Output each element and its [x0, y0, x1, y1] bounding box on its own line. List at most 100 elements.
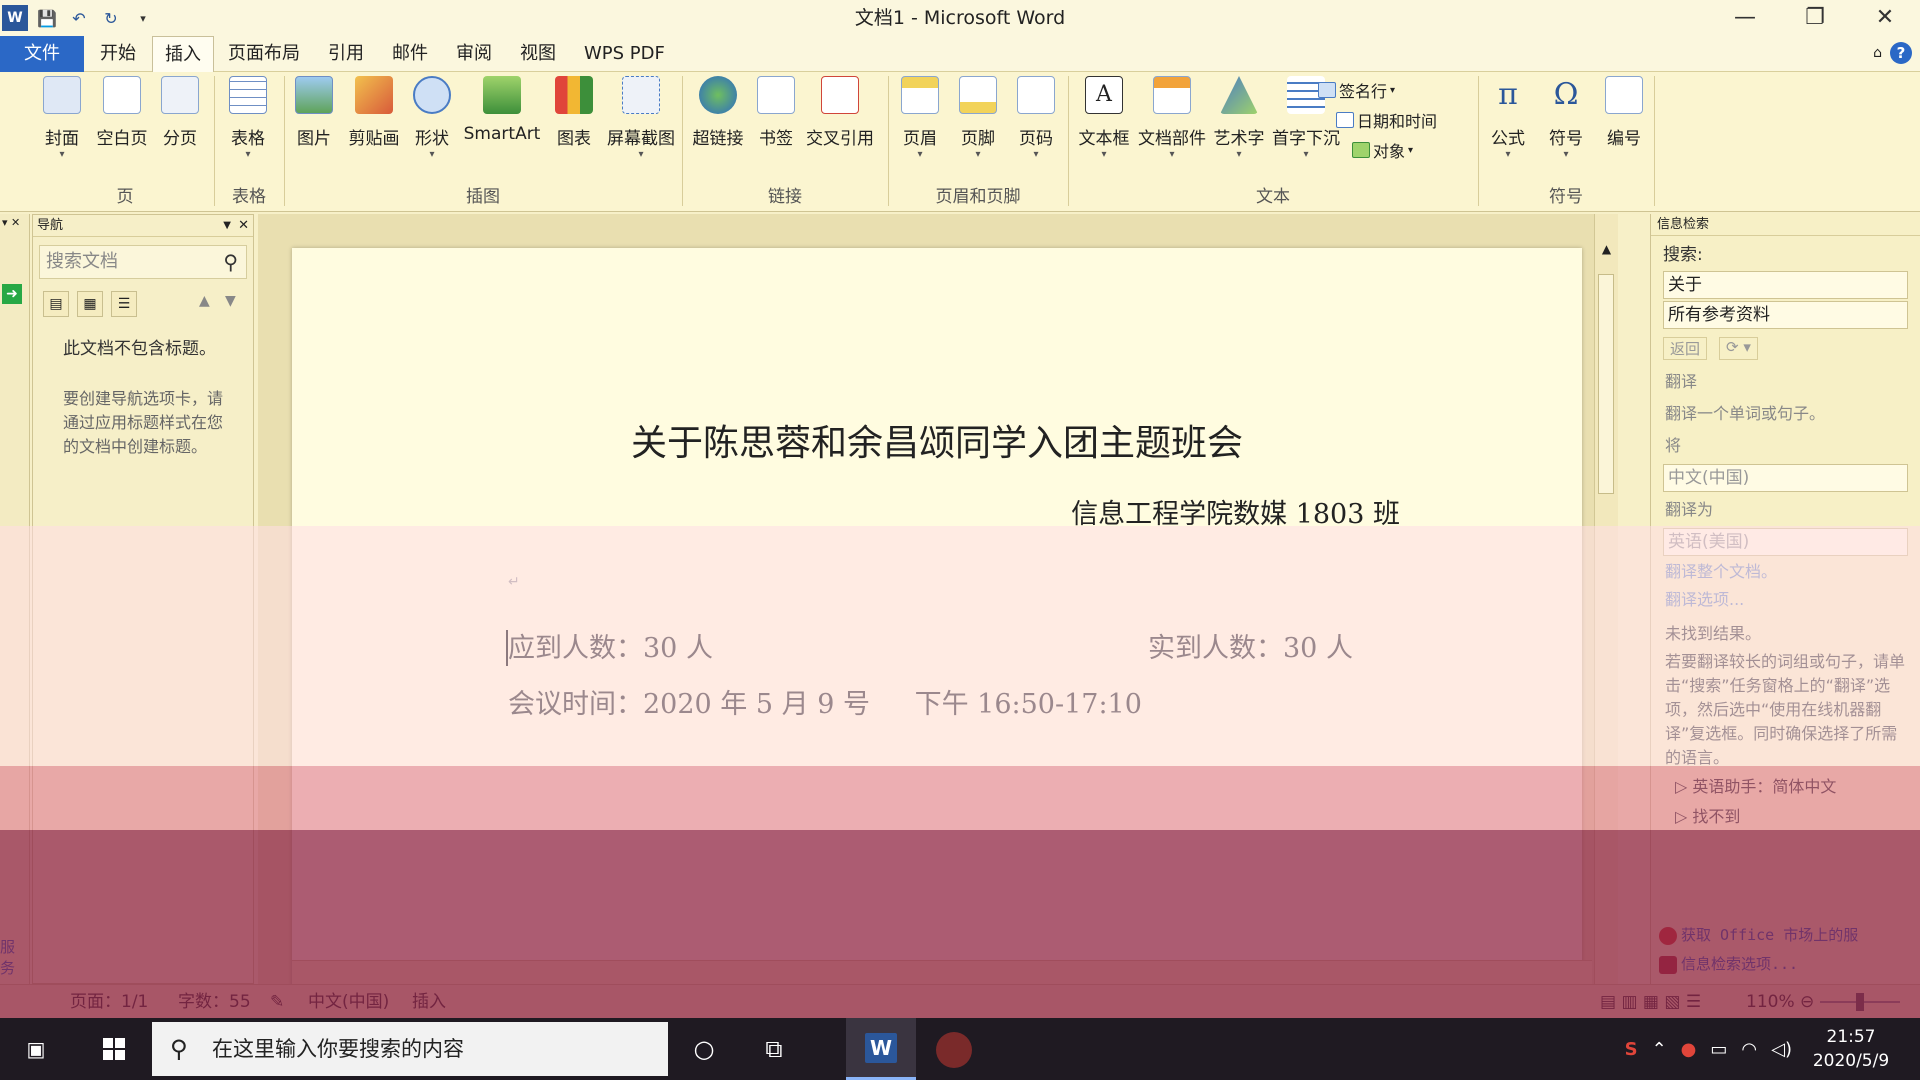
ribbon: 封面 ▾ 空白页 分页 页 表格 ▾ 表格 图片 剪贴画 形状 ▾ SmartArt … [0, 72, 1920, 212]
show-hidden-icons-icon[interactable]: ⌃ [1652, 1039, 1667, 1060]
wordart-button[interactable]: 艺术字 ▾ [1208, 76, 1270, 161]
nav-search-input[interactable]: 搜索文档 ⚲ [39, 245, 247, 279]
tab-home[interactable]: 开始 [88, 36, 148, 72]
research-options-link[interactable]: 信息检索选项... [1651, 949, 1920, 978]
window-title: 文档1 - Microsoft Word [854, 7, 1066, 29]
page-number-icon [1017, 76, 1055, 114]
tab-wps-pdf[interactable]: WPS PDF [572, 36, 677, 72]
clip-art-button[interactable]: 剪贴画 [344, 76, 404, 149]
view-mode-icons[interactable]: ▤ ▥ ▦ ▧ ☰ [1600, 985, 1701, 1019]
office-marketplace-link[interactable]: 获取 Office 市场上的服 [1651, 920, 1920, 949]
wifi-icon[interactable]: ◠ [1741, 1039, 1757, 1060]
nav-pane-close-icon[interactable]: ✕ [238, 215, 249, 237]
taskbar-word-app[interactable]: W [846, 1018, 916, 1080]
table-button[interactable]: 表格 ▾ [218, 76, 278, 161]
header-button[interactable]: 页眉 ▾ [890, 76, 950, 161]
text-box-button[interactable]: A 文本框 ▾ [1072, 76, 1136, 161]
screenshot-button[interactable]: 屏幕截图 ▾ [604, 76, 678, 161]
translate-to-select[interactable]: 英语(美国) [1663, 528, 1908, 556]
status-page[interactable]: 页面：1/1 [70, 985, 148, 1019]
tab-references[interactable]: 引用 [316, 36, 376, 72]
close-button[interactable]: ✕ [1850, 0, 1920, 36]
battery-icon[interactable]: ▭ [1710, 1039, 1727, 1060]
previous-heading-icon[interactable]: ▲ [199, 293, 210, 309]
research-search-input[interactable]: 关于 [1663, 271, 1908, 299]
tab-file[interactable]: 文件 [0, 36, 84, 72]
tab-insert[interactable]: 插入 [152, 36, 214, 73]
left-strip-controls[interactable]: ▾ ✕ [0, 214, 29, 231]
nav-pane-header: 导航 ▼ ✕ [33, 215, 253, 237]
group-label-links: 链接 [768, 187, 802, 207]
proofing-icon[interactable]: ✎ [270, 985, 284, 1019]
translate-from-select[interactable]: 中文(中国) [1663, 464, 1908, 492]
research-tree-item[interactable]: ▷ 英语助手：简体中文 [1651, 772, 1920, 802]
quick-parts-button[interactable]: 文档部件 ▾ [1136, 76, 1208, 161]
status-zoom[interactable]: 110% [1746, 985, 1795, 1019]
shapes-button[interactable]: 形状 ▾ [402, 76, 462, 161]
vertical-scroll-thumb[interactable] [1598, 274, 1614, 494]
next-heading-icon[interactable]: ▼ [225, 293, 236, 309]
cover-page-button[interactable]: 封面 ▾ [32, 76, 92, 161]
scroll-up-icon[interactable]: ▲ [1595, 214, 1618, 256]
research-back-button[interactable]: 返回 [1663, 337, 1708, 360]
pages-view-icon[interactable]: ▦ [77, 291, 103, 317]
minimize-button[interactable]: — [1710, 0, 1780, 36]
taskbar-clock[interactable]: 21:57 2020/5/9 [1806, 1025, 1896, 1073]
status-insert-mode[interactable]: 插入 [412, 985, 446, 1019]
cross-reference-button[interactable]: 交叉引用 [804, 76, 876, 149]
help-icon[interactable]: ? [1890, 42, 1912, 64]
collapse-ribbon-icon[interactable]: ⌂ [1873, 45, 1882, 61]
results-view-icon[interactable]: ☰ [111, 291, 137, 317]
translate-section-header[interactable]: 翻译 [1651, 366, 1920, 398]
document-page[interactable]: 关于陈思蓉和余昌颂同学入团主题班会 信息工程学院数媒 1803 班 ↵ 应到人数… [292, 248, 1582, 988]
research-source-select[interactable]: 所有参考资料 [1663, 301, 1908, 329]
nav-pane-menu-icon[interactable]: ▼ [223, 215, 231, 237]
translate-document-link[interactable]: 翻译整个文档。 [1651, 558, 1920, 586]
hyperlink-button[interactable]: 超链接 [686, 76, 750, 149]
page-number-button[interactable]: 页码 ▾ [1006, 76, 1066, 161]
picture-button[interactable]: 图片 [284, 76, 344, 149]
signature-line-button[interactable]: 签名行 ▾ [1318, 78, 1395, 102]
start-button[interactable] [84, 1018, 144, 1080]
vertical-scrollbar[interactable]: ▲ [1594, 214, 1618, 984]
group-label-header-footer: 页眉和页脚 [935, 187, 1021, 207]
translate-options-link[interactable]: 翻译选项... [1651, 586, 1920, 614]
numbering-button[interactable]: 编号 [1594, 76, 1654, 149]
bookmark-button[interactable]: 书签 [746, 76, 806, 149]
clip-art-icon [355, 76, 393, 114]
footer-button[interactable]: 页脚 ▾ [948, 76, 1008, 161]
symbol-button[interactable]: Ω 符号 ▾ [1536, 76, 1596, 161]
tab-view[interactable]: 视图 [508, 36, 568, 72]
tab-mailings[interactable]: 邮件 [380, 36, 440, 72]
taskbar-search-input[interactable]: ⚲ 在这里输入你要搜索的内容 [152, 1022, 668, 1076]
search-icon[interactable]: ⚲ [223, 246, 238, 278]
zoom-out-icon[interactable]: ⊖ [1800, 985, 1814, 1019]
tab-review[interactable]: 审阅 [444, 36, 504, 72]
notification-icon[interactable]: ▣ [6, 1018, 66, 1080]
cortana-icon[interactable]: ○ [674, 1018, 734, 1080]
page-break-button[interactable]: 分页 [150, 76, 210, 149]
smartart-button[interactable]: SmartArt [462, 76, 542, 144]
taskbar-app-icon[interactable] [936, 1032, 972, 1068]
research-tree-item[interactable]: ▷ 找不到 [1651, 802, 1920, 832]
left-task-strip: ▾ ✕ ➜ 服务 [0, 214, 30, 984]
headings-view-icon[interactable]: ▤ [43, 291, 69, 317]
restore-button[interactable]: ❐ [1780, 0, 1850, 36]
date-time-button[interactable]: 日期和时间 [1336, 108, 1437, 132]
blank-page-button[interactable]: 空白页 [92, 76, 152, 149]
zoom-slider-thumb[interactable] [1856, 993, 1864, 1011]
status-word-count[interactable]: 字数：55 [178, 985, 251, 1019]
volume-icon[interactable]: ◁) [1771, 1039, 1792, 1060]
object-button[interactable]: 对象 ▾ [1352, 138, 1413, 162]
horizontal-scrollbar[interactable] [292, 960, 1592, 984]
equation-button[interactable]: π 公式 ▾ [1478, 76, 1538, 161]
status-language[interactable]: 中文(中国) [308, 985, 389, 1019]
translate-from-label: 将 [1665, 436, 1682, 455]
tray-app-icon[interactable]: ● [1681, 1039, 1697, 1060]
task-view-icon[interactable]: ⧉ [744, 1018, 804, 1080]
tab-page-layout[interactable]: 页面布局 [216, 36, 312, 72]
research-forward-button[interactable]: ⟳ ▾ [1719, 337, 1758, 360]
sogou-ime-icon[interactable]: S [1625, 1039, 1638, 1060]
chart-button[interactable]: 图表 [544, 76, 604, 149]
go-arrow-icon[interactable]: ➜ [2, 284, 22, 304]
